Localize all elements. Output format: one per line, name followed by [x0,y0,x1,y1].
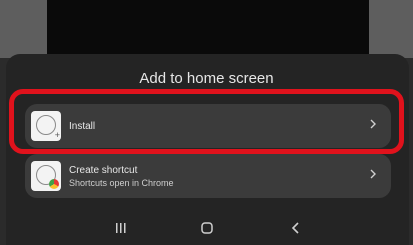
back-icon[interactable] [290,221,302,235]
create-shortcut-option[interactable]: Create shortcut Shortcuts open in Chrome [25,154,391,198]
app-icon [31,161,61,191]
home-icon[interactable] [200,221,214,235]
shortcut-subtitle: Shortcuts open in Chrome [69,177,174,188]
shortcut-label: Create shortcut [69,164,138,176]
highlight-box [9,89,404,154]
chevron-right-icon [370,169,376,179]
navigation-bar [0,215,413,245]
sheet-title: Add to home screen [139,70,274,87]
background-frame [0,0,413,58]
shortcut-text: Create shortcut Shortcuts open in Chrome [69,165,174,188]
chrome-badge-icon [49,179,59,189]
background-page [47,0,369,58]
recents-icon[interactable] [115,221,127,235]
